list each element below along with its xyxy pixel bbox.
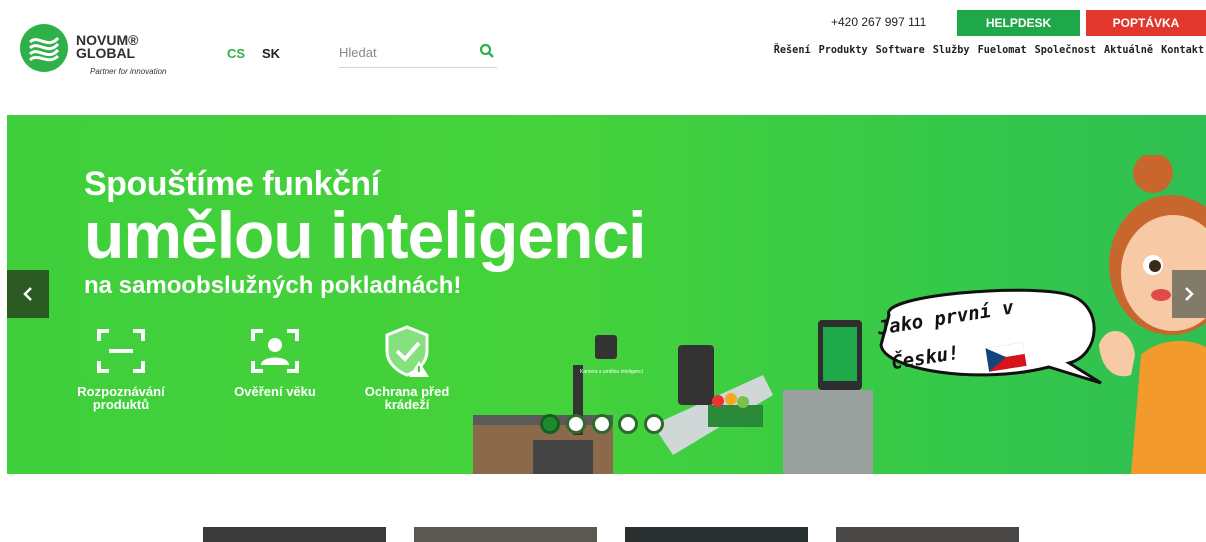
face-id-icon <box>251 329 299 373</box>
logo-name: NOVUM® GLOBAL <box>76 33 156 61</box>
logo-line2: GLOBAL <box>76 45 136 61</box>
nav-item-kontakt[interactable]: Kontakt <box>1161 45 1204 56</box>
carousel-dot[interactable] <box>540 414 560 434</box>
kiosk-illustration: Kamera s umělou inteligencí <box>473 320 873 474</box>
carousel-dot[interactable] <box>566 414 586 434</box>
logo-tagline: Partner for innovation <box>90 67 167 76</box>
logo-mark-icon <box>20 24 68 72</box>
nav-item-aktualne[interactable]: Aktuálně <box>1104 45 1153 56</box>
nav-item-produkty[interactable]: Produkty <box>819 45 868 56</box>
feature-theft-protection: Ochrana před krádeží <box>337 323 477 411</box>
hero-banner[interactable]: Spouštíme funkční umělou inteligenci na … <box>7 115 1206 474</box>
thumbnail-card[interactable] <box>414 527 597 542</box>
chevron-left-icon <box>23 287 32 301</box>
lang-sk[interactable]: SK <box>262 46 280 61</box>
carousel-dots <box>540 414 664 434</box>
hero-title-line2: umělou inteligenci <box>84 198 646 272</box>
carousel-dot[interactable] <box>644 414 664 434</box>
feature-label-line: Ověření věku <box>234 384 316 399</box>
feature-age-verification: Ověření věku <box>205 323 345 398</box>
inquiry-button[interactable]: POPTÁVKA <box>1086 10 1206 36</box>
nav-item-reseni[interactable]: Řešení <box>774 45 811 56</box>
logo[interactable]: NOVUM® GLOBAL Partner for innovation <box>20 24 200 80</box>
feature-product-recognition: Rozpoznávání produktů <box>51 323 191 411</box>
thumbnail-card[interactable] <box>836 527 1019 542</box>
helpdesk-button[interactable]: HELPDESK <box>957 10 1080 36</box>
thumbnail-card[interactable] <box>625 527 808 542</box>
hero-title-line3: na samoobslužných pokladnách! <box>84 272 462 299</box>
feature-label: Ověření věku <box>205 385 345 398</box>
lang-cs[interactable]: CS <box>227 46 245 61</box>
main-nav: Řešení Produkty Software Služby Fuelomat… <box>774 45 1204 56</box>
feature-label: Rozpoznávání produktů <box>51 385 191 411</box>
search-input[interactable] <box>339 42 469 62</box>
thumbnail-card[interactable] <box>203 527 386 542</box>
feature-label-line: krádeží <box>384 397 430 412</box>
kiosk-caption: Kamera s umělou inteligencí <box>580 369 644 375</box>
chevron-right-icon <box>1185 287 1194 301</box>
feature-label: Ochrana před krádeží <box>337 385 477 411</box>
nav-item-fuelomat[interactable]: Fuelomat <box>978 45 1027 56</box>
nav-item-spolecnost[interactable]: Společnost <box>1035 45 1096 56</box>
thumbnail-row <box>0 527 1206 542</box>
nav-item-sluzby[interactable]: Služby <box>933 45 970 56</box>
carousel-prev-button[interactable] <box>7 270 49 318</box>
phone-number[interactable]: +420 267 997 111 <box>831 15 926 29</box>
carousel-dot[interactable] <box>618 414 638 434</box>
carousel-next-button[interactable] <box>1172 270 1206 318</box>
scan-icon <box>97 329 145 373</box>
search-box <box>339 38 497 68</box>
page: NOVUM® GLOBAL Partner for innovation CS … <box>0 0 1206 542</box>
search-icon[interactable] <box>479 43 495 59</box>
nav-item-software[interactable]: Software <box>876 45 925 56</box>
shield-icon <box>385 325 429 377</box>
carousel-dot[interactable] <box>592 414 612 434</box>
feature-label-line: produktů <box>92 397 150 412</box>
